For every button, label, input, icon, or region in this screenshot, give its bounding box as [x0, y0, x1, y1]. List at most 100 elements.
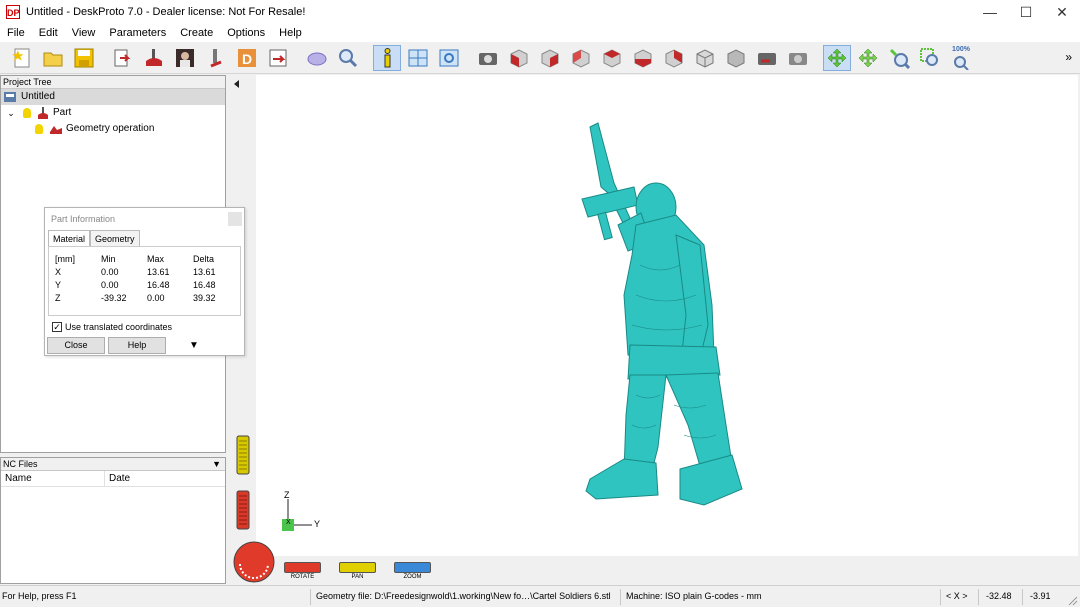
translated-coords-row[interactable]: ✓ Use translated coordinates [52, 320, 244, 334]
pan-dial[interactable]: PAN [339, 562, 376, 580]
save-button[interactable] [70, 45, 98, 71]
rotate-wheel-icon[interactable] [232, 540, 276, 584]
tab-material[interactable]: Material [48, 230, 91, 246]
d-button[interactable]: D [233, 45, 261, 71]
header-delta: Delta [193, 253, 215, 264]
window-title: Untitled - DeskProto 7.0 - Dealer licens… [26, 6, 306, 18]
magnify-button[interactable] [334, 45, 362, 71]
cube-bottom-icon [665, 48, 683, 68]
row-min: -39.32 [101, 292, 127, 303]
menu-parameters[interactable]: Parameters [102, 24, 173, 42]
part-operation-icon [146, 48, 162, 66]
column-header-name[interactable]: Name [1, 471, 105, 486]
view-iso-button[interactable] [691, 45, 719, 71]
menu-help[interactable]: Help [272, 24, 309, 42]
save-disk-icon [74, 48, 94, 67]
view-back-button[interactable] [629, 45, 657, 71]
info-button[interactable] [373, 44, 401, 71]
axis-x-label: X [286, 519, 291, 526]
import-part-button[interactable] [109, 45, 137, 71]
bulb-icon[interactable] [23, 108, 31, 118]
collapse-chevron-icon[interactable]: ⌄ [5, 105, 17, 121]
table-header-row: [mm] Min Max Delta [55, 252, 233, 265]
collapse-left-icon[interactable] [232, 79, 242, 89]
resize-grip-icon[interactable] [1068, 596, 1078, 606]
menu-edit[interactable]: Edit [32, 24, 65, 42]
menu-view[interactable]: View [65, 24, 103, 42]
view-right-button[interactable] [536, 45, 564, 71]
menu-options[interactable]: Options [220, 24, 272, 42]
view-bottom-button[interactable] [660, 45, 688, 71]
bulb-icon[interactable] [35, 124, 43, 134]
cube-top-icon [603, 48, 621, 68]
header-min: Min [101, 253, 116, 264]
maximize-button[interactable]: ☐ [1008, 0, 1044, 24]
zoom-icon [889, 48, 910, 69]
open-folder-icon [43, 52, 63, 66]
rotate-button[interactable] [823, 44, 851, 71]
header-max: Max [147, 253, 165, 264]
minimize-button[interactable]: — [972, 0, 1008, 24]
row-min: 0.00 [101, 279, 119, 290]
yellow-dial-icon[interactable] [236, 435, 250, 475]
view-top-button[interactable] [598, 45, 626, 71]
d-icon: D [238, 48, 256, 67]
zoom-dial-label: ZOOM [403, 574, 422, 580]
zoom-button[interactable] [885, 45, 913, 71]
soldier-model-figure[interactable] [256, 75, 1078, 556]
row-min: 0.00 [101, 266, 119, 277]
tab-geometry[interactable]: Geometry [90, 230, 140, 246]
preview-button[interactable] [303, 45, 331, 71]
red-dial-icon[interactable] [236, 490, 250, 530]
image-button[interactable] [171, 45, 199, 71]
column-header-date[interactable]: Date [105, 471, 225, 486]
part-operation-button[interactable] [140, 45, 168, 71]
menu-file[interactable]: File [0, 24, 32, 42]
magnify-icon [339, 48, 358, 67]
pan-button[interactable] [854, 45, 882, 71]
export-button[interactable] [264, 45, 292, 71]
row-axis: X [55, 266, 62, 277]
expand-arrow-icon[interactable]: ▼ [189, 340, 199, 351]
tree-item-untitled[interactable]: Untitled [1, 89, 225, 105]
nc-files-pane: NC Files ▼ Name Date [0, 457, 226, 584]
view-left-button[interactable] [567, 45, 595, 71]
close-button[interactable]: Close [47, 337, 105, 354]
view-gray-button[interactable] [722, 45, 750, 71]
camera-load-button[interactable] [784, 45, 812, 71]
camera-save-button[interactable] [753, 45, 781, 71]
tree-item-geometry-operation[interactable]: Geometry operation [1, 121, 225, 137]
pan-dial-bar[interactable] [339, 562, 376, 573]
dropdown-arrow-icon[interactable]: ▼ [212, 458, 221, 470]
view-button[interactable] [435, 45, 463, 71]
app-window: DP Untitled - DeskProto 7.0 - Dealer lic… [0, 0, 1080, 607]
status-machine: Machine: ISO plain G-codes - mm [626, 591, 762, 601]
zoom-100-label: 100% [952, 45, 970, 53]
zoom-dial-bar[interactable] [394, 562, 431, 573]
tool-button[interactable] [202, 45, 230, 71]
menu-create[interactable]: Create [173, 24, 220, 42]
table-row: Y 0.00 16.48 16.48 [55, 278, 233, 291]
rotate-dial[interactable]: ROTATE [284, 562, 321, 580]
axis-y-label: Y [314, 519, 321, 529]
nc-files-header[interactable]: NC Files ▼ [1, 458, 225, 471]
toolbar-overflow-button[interactable]: » [1065, 50, 1072, 64]
camera-button[interactable] [474, 45, 502, 71]
dialog-title-bar[interactable]: Part Information [45, 208, 244, 230]
zoom-dial[interactable]: ZOOM [394, 562, 431, 580]
new-file-button[interactable] [8, 45, 36, 71]
3d-viewport[interactable]: Z X Y [256, 75, 1078, 556]
close-window-button[interactable]: ✕ [1044, 0, 1080, 24]
translated-coords-checkbox[interactable]: ✓ [52, 322, 62, 332]
open-button[interactable] [39, 45, 67, 71]
rotate-dial-bar[interactable] [284, 562, 321, 573]
tree-item-part[interactable]: ⌄ Part [1, 105, 225, 121]
help-button[interactable]: Help [108, 337, 166, 354]
zoom-window-button[interactable] [916, 45, 944, 71]
view-front-button[interactable] [505, 45, 533, 71]
operation-icon [50, 126, 62, 134]
layout-button[interactable] [404, 45, 432, 71]
dialog-close-box[interactable] [228, 212, 242, 226]
zoom-100-button[interactable]: 100% [947, 45, 975, 71]
camera-load-icon [789, 52, 807, 65]
